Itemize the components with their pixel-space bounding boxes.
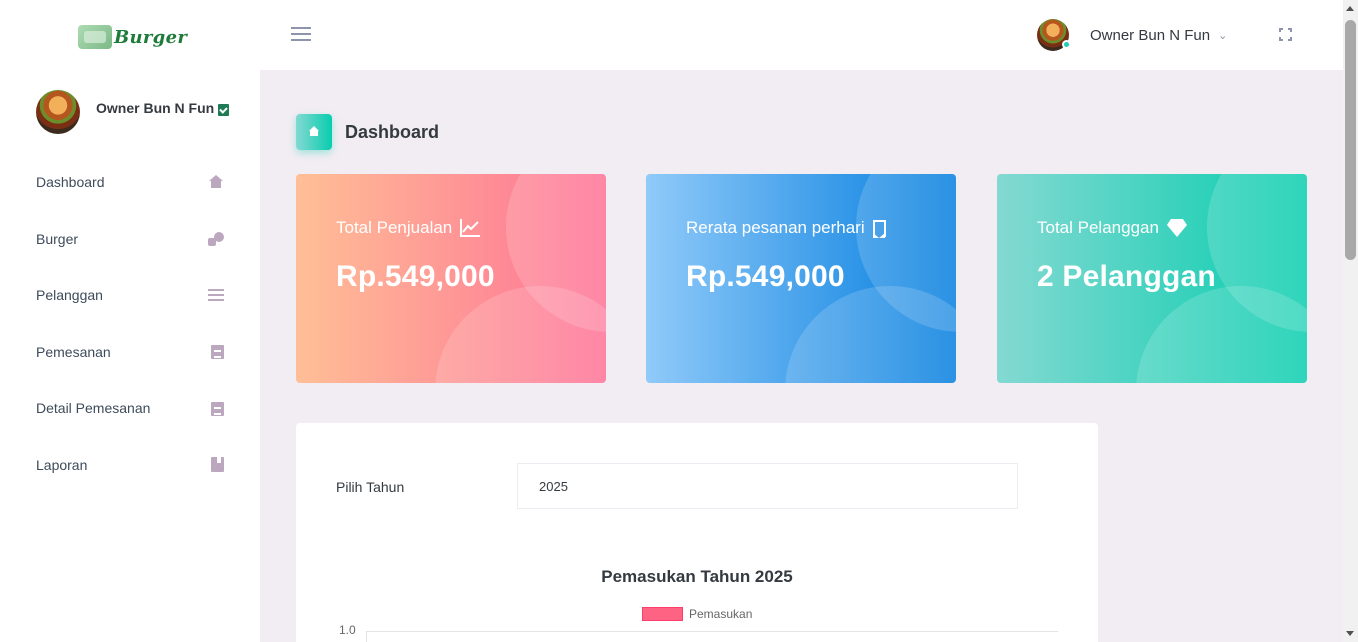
- sidebar-item-label: Pemesanan: [36, 343, 111, 360]
- hamburger-menu-icon[interactable]: [291, 27, 311, 42]
- navbar-user-name: Owner Bun N Fun: [1090, 26, 1211, 44]
- y-tick-label: 1.0: [339, 623, 356, 637]
- sidebar-item-label: Laporan: [36, 456, 88, 473]
- card-title: Total Penjualan: [336, 218, 453, 237]
- scroll-down-arrow-icon[interactable]: [1346, 631, 1354, 636]
- sidebar-item-label: Dashboard: [36, 174, 105, 191]
- top-navbar: Burger Owner Bun N Fun ⌄: [0, 0, 1343, 70]
- profile-name: Owner Bun N Fun: [96, 100, 215, 116]
- chart-line-icon: [460, 219, 481, 237]
- clipboard-icon: [211, 401, 224, 416]
- page-scrollbar[interactable]: [1343, 0, 1358, 642]
- sidebar-item-label: Burger: [36, 230, 79, 247]
- total-penjualan-card: Total Penjualan Rp.549,000: [296, 174, 606, 383]
- online-status-dot: [1062, 40, 1071, 49]
- home-icon: [296, 114, 332, 150]
- sidebar-item-label: Detail Pemesanan: [36, 400, 151, 417]
- year-select-input[interactable]: [517, 463, 1018, 509]
- sidebar-item-burger[interactable]: Burger: [0, 211, 260, 268]
- card-title: Total Pelanggan: [1037, 218, 1159, 237]
- sidebar: Owner Bun N Fun Dashboard Burger Pelangg…: [0, 70, 260, 642]
- chart-legend[interactable]: Pemasukan: [642, 607, 752, 621]
- card-value: 2 Pelanggan: [1037, 260, 1216, 293]
- chart-title: Pemasukan Tahun 2025: [601, 567, 793, 586]
- brand-logo[interactable]: Burger: [78, 22, 188, 52]
- card-title: Rerata pesanan perhari: [686, 218, 865, 237]
- legend-label: Pemasukan: [689, 607, 753, 621]
- sidebar-item-detail-pemesanan[interactable]: Detail Pemesanan: [0, 380, 260, 437]
- fullscreen-icon[interactable]: [1279, 28, 1292, 41]
- sidebar-item-laporan[interactable]: Laporan: [0, 437, 260, 494]
- sidebar-item-dashboard[interactable]: Dashboard: [0, 154, 260, 211]
- scrollbar-thumb[interactable]: [1345, 20, 1356, 260]
- profile-avatar: [36, 90, 80, 134]
- legend-swatch: [642, 607, 683, 621]
- sidebar-item-pemesanan[interactable]: Pemesanan: [0, 324, 260, 381]
- scroll-up-arrow-icon[interactable]: [1346, 6, 1354, 11]
- sidebar-item-pelanggan[interactable]: Pelanggan: [0, 267, 260, 324]
- brand-logo-image: [78, 25, 112, 49]
- bookmark-icon: [872, 219, 886, 238]
- card-value: Rp.549,000: [336, 260, 495, 293]
- page-header: Dashboard: [296, 114, 439, 150]
- chart-gridline: [366, 631, 1058, 632]
- page-title: Dashboard: [345, 121, 440, 142]
- user-dropdown[interactable]: Owner Bun N Fun ⌄: [1037, 18, 1227, 52]
- income-chart-panel: Pilih Tahun Pemasukan Tahun 2025 Pemasuk…: [296, 423, 1098, 642]
- book-icon: [211, 457, 224, 473]
- list-icon: [208, 288, 224, 302]
- people-icon: [208, 231, 224, 246]
- sidebar-item-label: Pelanggan: [36, 287, 103, 304]
- year-select-label: Pilih Tahun: [336, 479, 405, 495]
- chevron-down-icon: ⌄: [1218, 28, 1228, 42]
- total-pelanggan-card: Total Pelanggan 2 Pelanggan: [997, 174, 1307, 383]
- rerata-pesanan-card: Rerata pesanan perhari Rp.549,000: [646, 174, 956, 383]
- home-icon: [208, 175, 224, 189]
- sidebar-profile[interactable]: Owner Bun N Fun: [36, 90, 230, 134]
- brand-name: Burger: [114, 26, 188, 48]
- diamond-icon: [1166, 219, 1187, 237]
- verified-bookmark-icon: [218, 104, 230, 116]
- avatar: [1037, 19, 1071, 51]
- sidebar-menu: Dashboard Burger Pelanggan Pemesanan Det…: [0, 154, 260, 493]
- chart-y-axis: [366, 631, 367, 642]
- card-value: Rp.549,000: [686, 260, 845, 293]
- clipboard-icon: [211, 344, 224, 360]
